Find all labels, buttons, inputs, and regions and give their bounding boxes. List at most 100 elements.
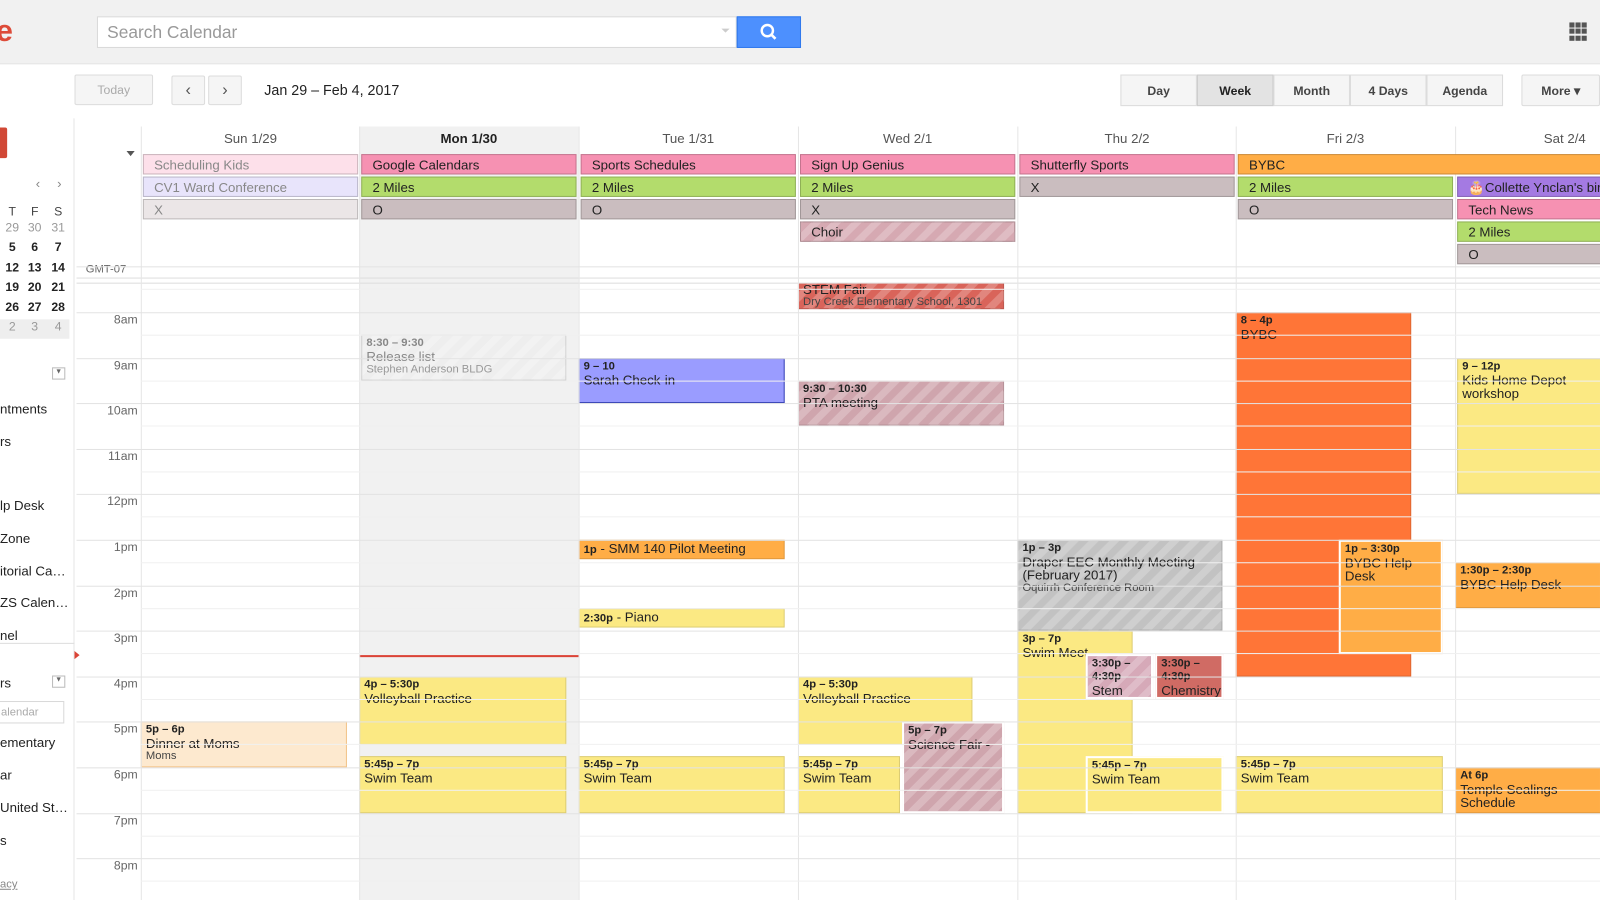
allday-event[interactable]: O xyxy=(361,198,577,220)
other-calendar-item[interactable]: ar xyxy=(0,767,12,782)
mini-cal-day[interactable]: 26 xyxy=(2,300,22,314)
allday-event[interactable]: 2 Miles xyxy=(799,176,1016,197)
allday-event[interactable]: X xyxy=(1019,176,1235,197)
view-day-button[interactable]: Day xyxy=(1120,74,1197,107)
hour-line xyxy=(76,448,1600,450)
day-header[interactable]: Sat 2/4 xyxy=(1455,131,1600,146)
calendar-event[interactable]: 5:45p – 7p Swim Team xyxy=(1085,755,1224,813)
allday-event[interactable]: X xyxy=(142,198,359,220)
allday-event[interactable]: O xyxy=(580,198,796,220)
calendar-event[interactable]: 5:45p – 7p Swim Team xyxy=(1235,755,1443,813)
allday-event[interactable]: Choir xyxy=(799,221,1016,242)
my-calendar-item[interactable]: itorial Ca… xyxy=(0,563,66,578)
allday-event[interactable]: Sign Up Genius xyxy=(799,154,1016,175)
hour-line xyxy=(76,403,1600,405)
allday-event[interactable]: 2 Miles xyxy=(1457,221,1600,242)
half-hour-line xyxy=(140,334,1600,336)
search-button[interactable] xyxy=(736,16,802,48)
day-header[interactable]: Thu 2/2 xyxy=(1017,131,1236,146)
day-header[interactable]: Wed 2/1 xyxy=(798,131,1017,146)
my-calendar-item[interactable]: rs xyxy=(0,434,11,449)
more-button[interactable]: More ▾ xyxy=(1521,74,1600,107)
allday-event[interactable]: Google Calendars xyxy=(361,154,577,175)
mini-cal-day[interactable]: 20 xyxy=(24,280,44,294)
my-calendar-item[interactable]: Zone xyxy=(0,531,30,546)
allday-event[interactable]: CV1 Ward Conference xyxy=(142,176,359,197)
mini-cal-day[interactable]: 30 xyxy=(24,220,44,234)
half-hour-line xyxy=(140,562,1600,564)
my-calendar-item[interactable]: nel xyxy=(0,628,18,643)
mini-cal-next[interactable]: › xyxy=(57,176,61,191)
apps-grid-icon[interactable] xyxy=(1569,22,1587,41)
mini-cal-day[interactable]: 12 xyxy=(2,260,22,274)
view-month-button[interactable]: Month xyxy=(1273,74,1350,107)
mini-cal-day[interactable]: 27 xyxy=(24,300,44,314)
other-calendar-item[interactable]: ementary xyxy=(0,735,55,750)
calendar-event[interactable]: STEM FairDry Creek Elementary School, 13… xyxy=(797,283,1005,310)
hour-line xyxy=(76,357,1600,359)
mini-cal-day[interactable]: 14 xyxy=(48,260,68,274)
event-time: 5:45p – 7p xyxy=(583,757,639,771)
mini-cal-day[interactable]: 29 xyxy=(2,220,22,234)
calendar-event[interactable]: 2:30p - Piano xyxy=(578,608,785,628)
today-button[interactable]: Today xyxy=(74,74,154,106)
mini-cal-day[interactable]: 3 xyxy=(24,319,44,333)
calendar-event[interactable]: 1p – 3:30p BYBC Help Desk xyxy=(1338,539,1443,654)
next-week-button[interactable]: › xyxy=(208,75,242,106)
allday-event[interactable]: Shutterfly Sports xyxy=(1019,154,1235,175)
search-input[interactable]: Search Calendar xyxy=(96,16,737,48)
other-calendar-item[interactable]: s xyxy=(0,833,7,848)
my-calendar-item[interactable]: ntments xyxy=(0,401,47,416)
day-header[interactable]: Tue 1/31 xyxy=(579,131,798,146)
hour-line xyxy=(76,312,1600,314)
mini-cal-day[interactable]: 4 xyxy=(48,319,68,333)
allday-event[interactable]: Scheduling Kids xyxy=(142,154,359,175)
calendar-event[interactable]: 5:45p – 7p Swim Team xyxy=(797,755,900,813)
day-header[interactable]: Sun 1/29 xyxy=(141,131,360,146)
calendar-event[interactable]: 5:45p – 7p Swim Team xyxy=(578,755,785,813)
my-calendar-item[interactable]: ZS Calen… xyxy=(0,595,69,610)
mini-cal-day[interactable]: 19 xyxy=(2,280,22,294)
allday-event[interactable]: 2 Miles xyxy=(580,176,796,197)
event-time: 5:45p – 7p xyxy=(364,757,420,771)
allday-collapse-icon[interactable] xyxy=(126,151,135,157)
allday-event[interactable]: 2 Miles xyxy=(361,176,577,197)
day-header[interactable]: Fri 2/3 xyxy=(1236,131,1455,146)
allday-event[interactable]: 2 Miles xyxy=(1237,176,1454,197)
view-4-days-button[interactable]: 4 Days xyxy=(1349,74,1427,107)
search-options-dropdown-icon[interactable] xyxy=(721,28,730,33)
allday-event[interactable]: X xyxy=(799,198,1016,220)
other-calendar-item[interactable]: United St… xyxy=(0,800,68,815)
event-title: Chemistry xyxy=(1161,682,1221,698)
view-week-button[interactable]: Week xyxy=(1196,74,1274,107)
mini-cal-day[interactable]: 6 xyxy=(24,240,44,254)
calendar-event[interactable]: 1p - SMM 140 Pilot Meeting xyxy=(578,539,785,559)
mini-cal-day[interactable]: 5 xyxy=(2,240,22,254)
event-time: 5:45p – 7p xyxy=(1091,759,1147,772)
view-agenda-button[interactable]: Agenda xyxy=(1426,74,1504,107)
allday-event[interactable]: 🎂Collette Ynclan's birthday xyxy=(1457,176,1600,197)
my-calendar-item[interactable]: lp Desk xyxy=(0,498,44,513)
mini-cal-day[interactable]: 21 xyxy=(48,280,68,294)
mini-cal-day[interactable]: 13 xyxy=(24,260,44,274)
time-grid[interactable]: STEM FairDry Creek Elementary School, 13… xyxy=(0,283,1600,900)
allday-event[interactable]: BYBC xyxy=(1237,154,1600,175)
calendar-event[interactable]: 4p – 5:30p Volleyball Practice xyxy=(359,676,567,745)
prev-week-button[interactable]: ‹ xyxy=(171,75,206,106)
allday-event[interactable]: O xyxy=(1457,243,1600,265)
mini-cal-day[interactable]: 2 xyxy=(2,319,22,333)
sidebar-divider xyxy=(0,642,75,644)
allday-event-title: 2 Miles xyxy=(811,179,854,195)
calendar-event[interactable]: 5:45p – 7p Swim Team xyxy=(359,755,567,813)
mini-cal-prev[interactable]: ‹ xyxy=(36,176,40,191)
allday-event[interactable]: O xyxy=(1237,198,1454,220)
allday-event-title: Shutterfly Sports xyxy=(1030,157,1129,173)
allday-event[interactable]: Tech News xyxy=(1457,198,1600,220)
logo[interactable]: e xyxy=(0,14,13,49)
mini-cal-day[interactable]: 28 xyxy=(48,300,68,314)
mini-cal-day[interactable]: 31 xyxy=(48,220,68,234)
half-hour-line xyxy=(140,516,1600,518)
allday-event[interactable]: Sports Schedules xyxy=(580,154,796,175)
allday-event-title: 2 Miles xyxy=(372,179,415,195)
mini-cal-day[interactable]: 7 xyxy=(48,240,68,254)
